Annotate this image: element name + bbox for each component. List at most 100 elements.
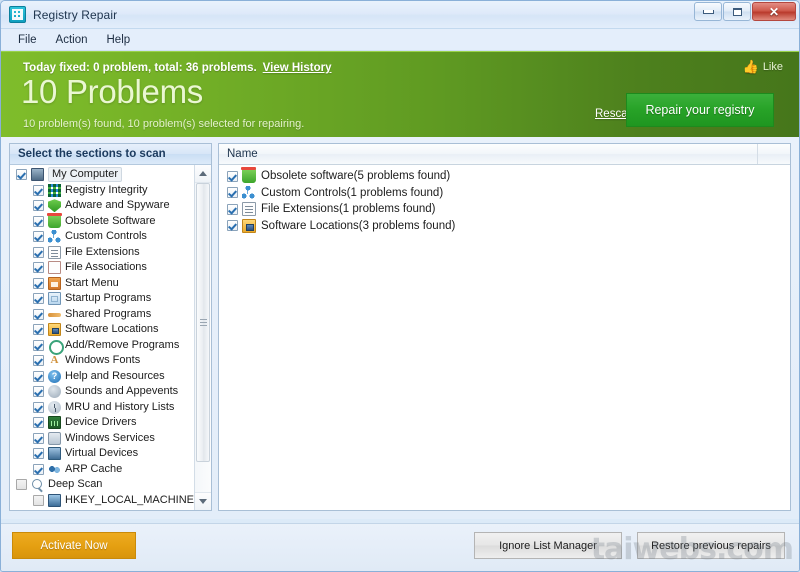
ignore-list-manager-button[interactable]: Ignore List Manager bbox=[474, 532, 622, 559]
results-column-name[interactable]: Name bbox=[219, 148, 258, 160]
menu-action[interactable]: Action bbox=[47, 32, 97, 48]
sidebar-item-help-and-resources[interactable]: Help and Resources bbox=[10, 369, 194, 385]
section-checkbox[interactable] bbox=[33, 417, 44, 428]
sections-panel: Select the sections to scan My ComputerR… bbox=[9, 143, 212, 511]
section-checkbox[interactable] bbox=[33, 278, 44, 289]
results-list[interactable]: Obsolete software(5 problems found) Custo… bbox=[219, 166, 790, 510]
section-checkbox[interactable] bbox=[33, 371, 44, 382]
sidebar-item-adware-and-spyware[interactable]: Adware and Spyware bbox=[10, 198, 194, 214]
sidebar-item-start-menu[interactable]: Start Menu bbox=[10, 276, 194, 292]
section-checkbox[interactable] bbox=[33, 448, 44, 459]
sidebar-item-label: Help and Resources bbox=[65, 370, 165, 383]
section-checkbox[interactable] bbox=[33, 247, 44, 258]
application-window: Registry Repair ✕ File Action Help Today… bbox=[0, 0, 800, 572]
scroll-up-button[interactable] bbox=[195, 165, 211, 183]
sidebar-item-deep-scan[interactable]: Deep Scan bbox=[10, 477, 194, 493]
result-row[interactable]: Custom Controls(1 problems found) bbox=[219, 185, 790, 202]
sidebar-item-sounds-and-appevents[interactable]: Sounds and Appevents bbox=[10, 384, 194, 400]
result-checkbox[interactable] bbox=[227, 171, 238, 182]
section-checkbox[interactable] bbox=[33, 386, 44, 397]
maximize-icon bbox=[733, 8, 742, 16]
section-checkbox[interactable] bbox=[16, 479, 27, 490]
result-row[interactable]: File Extensions(1 problems found) bbox=[219, 201, 790, 218]
footer-bar: Activate Now Ignore List Manager Restore… bbox=[1, 523, 799, 571]
result-checkbox[interactable] bbox=[227, 204, 238, 215]
result-row[interactable]: Software Locations(3 problems found) bbox=[219, 218, 790, 235]
computer-icon bbox=[31, 168, 44, 181]
like-button[interactable]: 👍 Like bbox=[743, 60, 783, 73]
window-icon bbox=[48, 292, 61, 305]
result-checkbox[interactable] bbox=[227, 187, 238, 198]
sidebar-item-label: Deep Scan bbox=[48, 478, 102, 491]
sidebar-item-startup-programs[interactable]: Startup Programs bbox=[10, 291, 194, 307]
column-divider[interactable] bbox=[757, 144, 758, 164]
section-checkbox[interactable] bbox=[33, 355, 44, 366]
menu-file[interactable]: File bbox=[9, 32, 46, 48]
result-row-label: Obsolete software(5 problems found) bbox=[261, 170, 450, 182]
services-icon bbox=[48, 432, 61, 445]
close-button[interactable]: ✕ bbox=[752, 2, 796, 21]
view-history-link[interactable]: View History bbox=[263, 62, 332, 74]
sidebar-item-windows-services[interactable]: Windows Services bbox=[10, 431, 194, 447]
section-checkbox[interactable] bbox=[33, 495, 44, 506]
section-checkbox[interactable] bbox=[33, 402, 44, 413]
arp-cache-icon bbox=[48, 463, 61, 476]
menu-help[interactable]: Help bbox=[98, 32, 140, 48]
section-checkbox[interactable] bbox=[16, 169, 27, 180]
sidebar-item-file-associations[interactable]: File Associations bbox=[10, 260, 194, 276]
section-checkbox[interactable] bbox=[33, 433, 44, 444]
results-panel: Name Obsolete software(5 problems found)… bbox=[218, 143, 791, 511]
sidebar-item-custom-controls[interactable]: Custom Controls bbox=[10, 229, 194, 245]
sidebar-item-windows-fonts[interactable]: Windows Fonts bbox=[10, 353, 194, 369]
sidebar-item-mru-and-history-lists[interactable]: MRU and History Lists bbox=[10, 400, 194, 416]
title-bar: Registry Repair ✕ bbox=[1, 1, 799, 29]
section-checkbox[interactable] bbox=[33, 309, 44, 320]
result-checkbox[interactable] bbox=[227, 220, 238, 231]
sidebar-item-label: Registry Integrity bbox=[65, 184, 148, 197]
sidebar-item-label: Custom Controls bbox=[65, 230, 147, 243]
section-checkbox[interactable] bbox=[33, 231, 44, 242]
scroll-up-icon bbox=[199, 171, 207, 176]
sections-panel-header: Select the sections to scan bbox=[10, 144, 211, 165]
sidebar-item-label: Obsolete Software bbox=[65, 215, 156, 228]
sidebar-item-add-remove-programs[interactable]: Add/Remove Programs bbox=[10, 338, 194, 354]
result-row-label: Software Locations(3 problems found) bbox=[261, 220, 455, 232]
sidebar-item-my-computer[interactable]: My Computer bbox=[10, 167, 194, 183]
sidebar-item-software-locations[interactable]: Software Locations bbox=[10, 322, 194, 338]
wave-icon bbox=[48, 308, 61, 321]
sidebar-item-device-drivers[interactable]: Device Drivers bbox=[10, 415, 194, 431]
section-checkbox[interactable] bbox=[33, 324, 44, 335]
registry-hive-icon bbox=[48, 494, 61, 507]
maximize-button[interactable] bbox=[723, 2, 751, 21]
sections-scrollbar[interactable] bbox=[194, 165, 211, 510]
results-column-header: Name bbox=[219, 144, 790, 165]
sidebar-item-obsolete-software[interactable]: Obsolete Software bbox=[10, 214, 194, 230]
sidebar-item-label: Software Locations bbox=[65, 323, 159, 336]
sidebar-item-shared-programs[interactable]: Shared Programs bbox=[10, 307, 194, 323]
sections-tree[interactable]: My ComputerRegistry IntegrityAdware and … bbox=[10, 165, 194, 510]
minimize-icon bbox=[703, 10, 714, 14]
section-checkbox[interactable] bbox=[33, 185, 44, 196]
sound-icon bbox=[48, 385, 61, 398]
sidebar-item-label: Add/Remove Programs bbox=[65, 339, 179, 352]
minimize-button[interactable] bbox=[694, 2, 722, 21]
result-row[interactable]: Obsolete software(5 problems found) bbox=[219, 168, 790, 185]
section-checkbox[interactable] bbox=[33, 340, 44, 351]
repair-registry-button[interactable]: Repair your registry bbox=[626, 93, 774, 127]
activate-now-button[interactable]: Activate Now bbox=[12, 532, 136, 559]
section-checkbox[interactable] bbox=[33, 200, 44, 211]
sidebar-item-registry-integrity[interactable]: Registry Integrity bbox=[10, 183, 194, 199]
scrollbar-thumb[interactable] bbox=[196, 183, 210, 462]
restore-previous-repairs-button[interactable]: Restore previous repairs bbox=[637, 532, 785, 559]
section-checkbox[interactable] bbox=[33, 216, 44, 227]
scroll-down-button[interactable] bbox=[195, 492, 211, 510]
sidebar-item-virtual-devices[interactable]: Virtual Devices bbox=[10, 446, 194, 462]
sidebar-item-file-extensions[interactable]: File Extensions bbox=[10, 245, 194, 261]
section-checkbox[interactable] bbox=[33, 262, 44, 273]
section-checkbox[interactable] bbox=[33, 464, 44, 475]
sidebar-item-arp-cache[interactable]: ARP Cache bbox=[10, 462, 194, 478]
sidebar-item-hkey-local-machine[interactable]: HKEY_LOCAL_MACHINE bbox=[10, 493, 194, 509]
sidebar-item-label: Windows Services bbox=[65, 432, 155, 445]
section-checkbox[interactable] bbox=[33, 293, 44, 304]
sidebar-item-label: Shared Programs bbox=[65, 308, 151, 321]
